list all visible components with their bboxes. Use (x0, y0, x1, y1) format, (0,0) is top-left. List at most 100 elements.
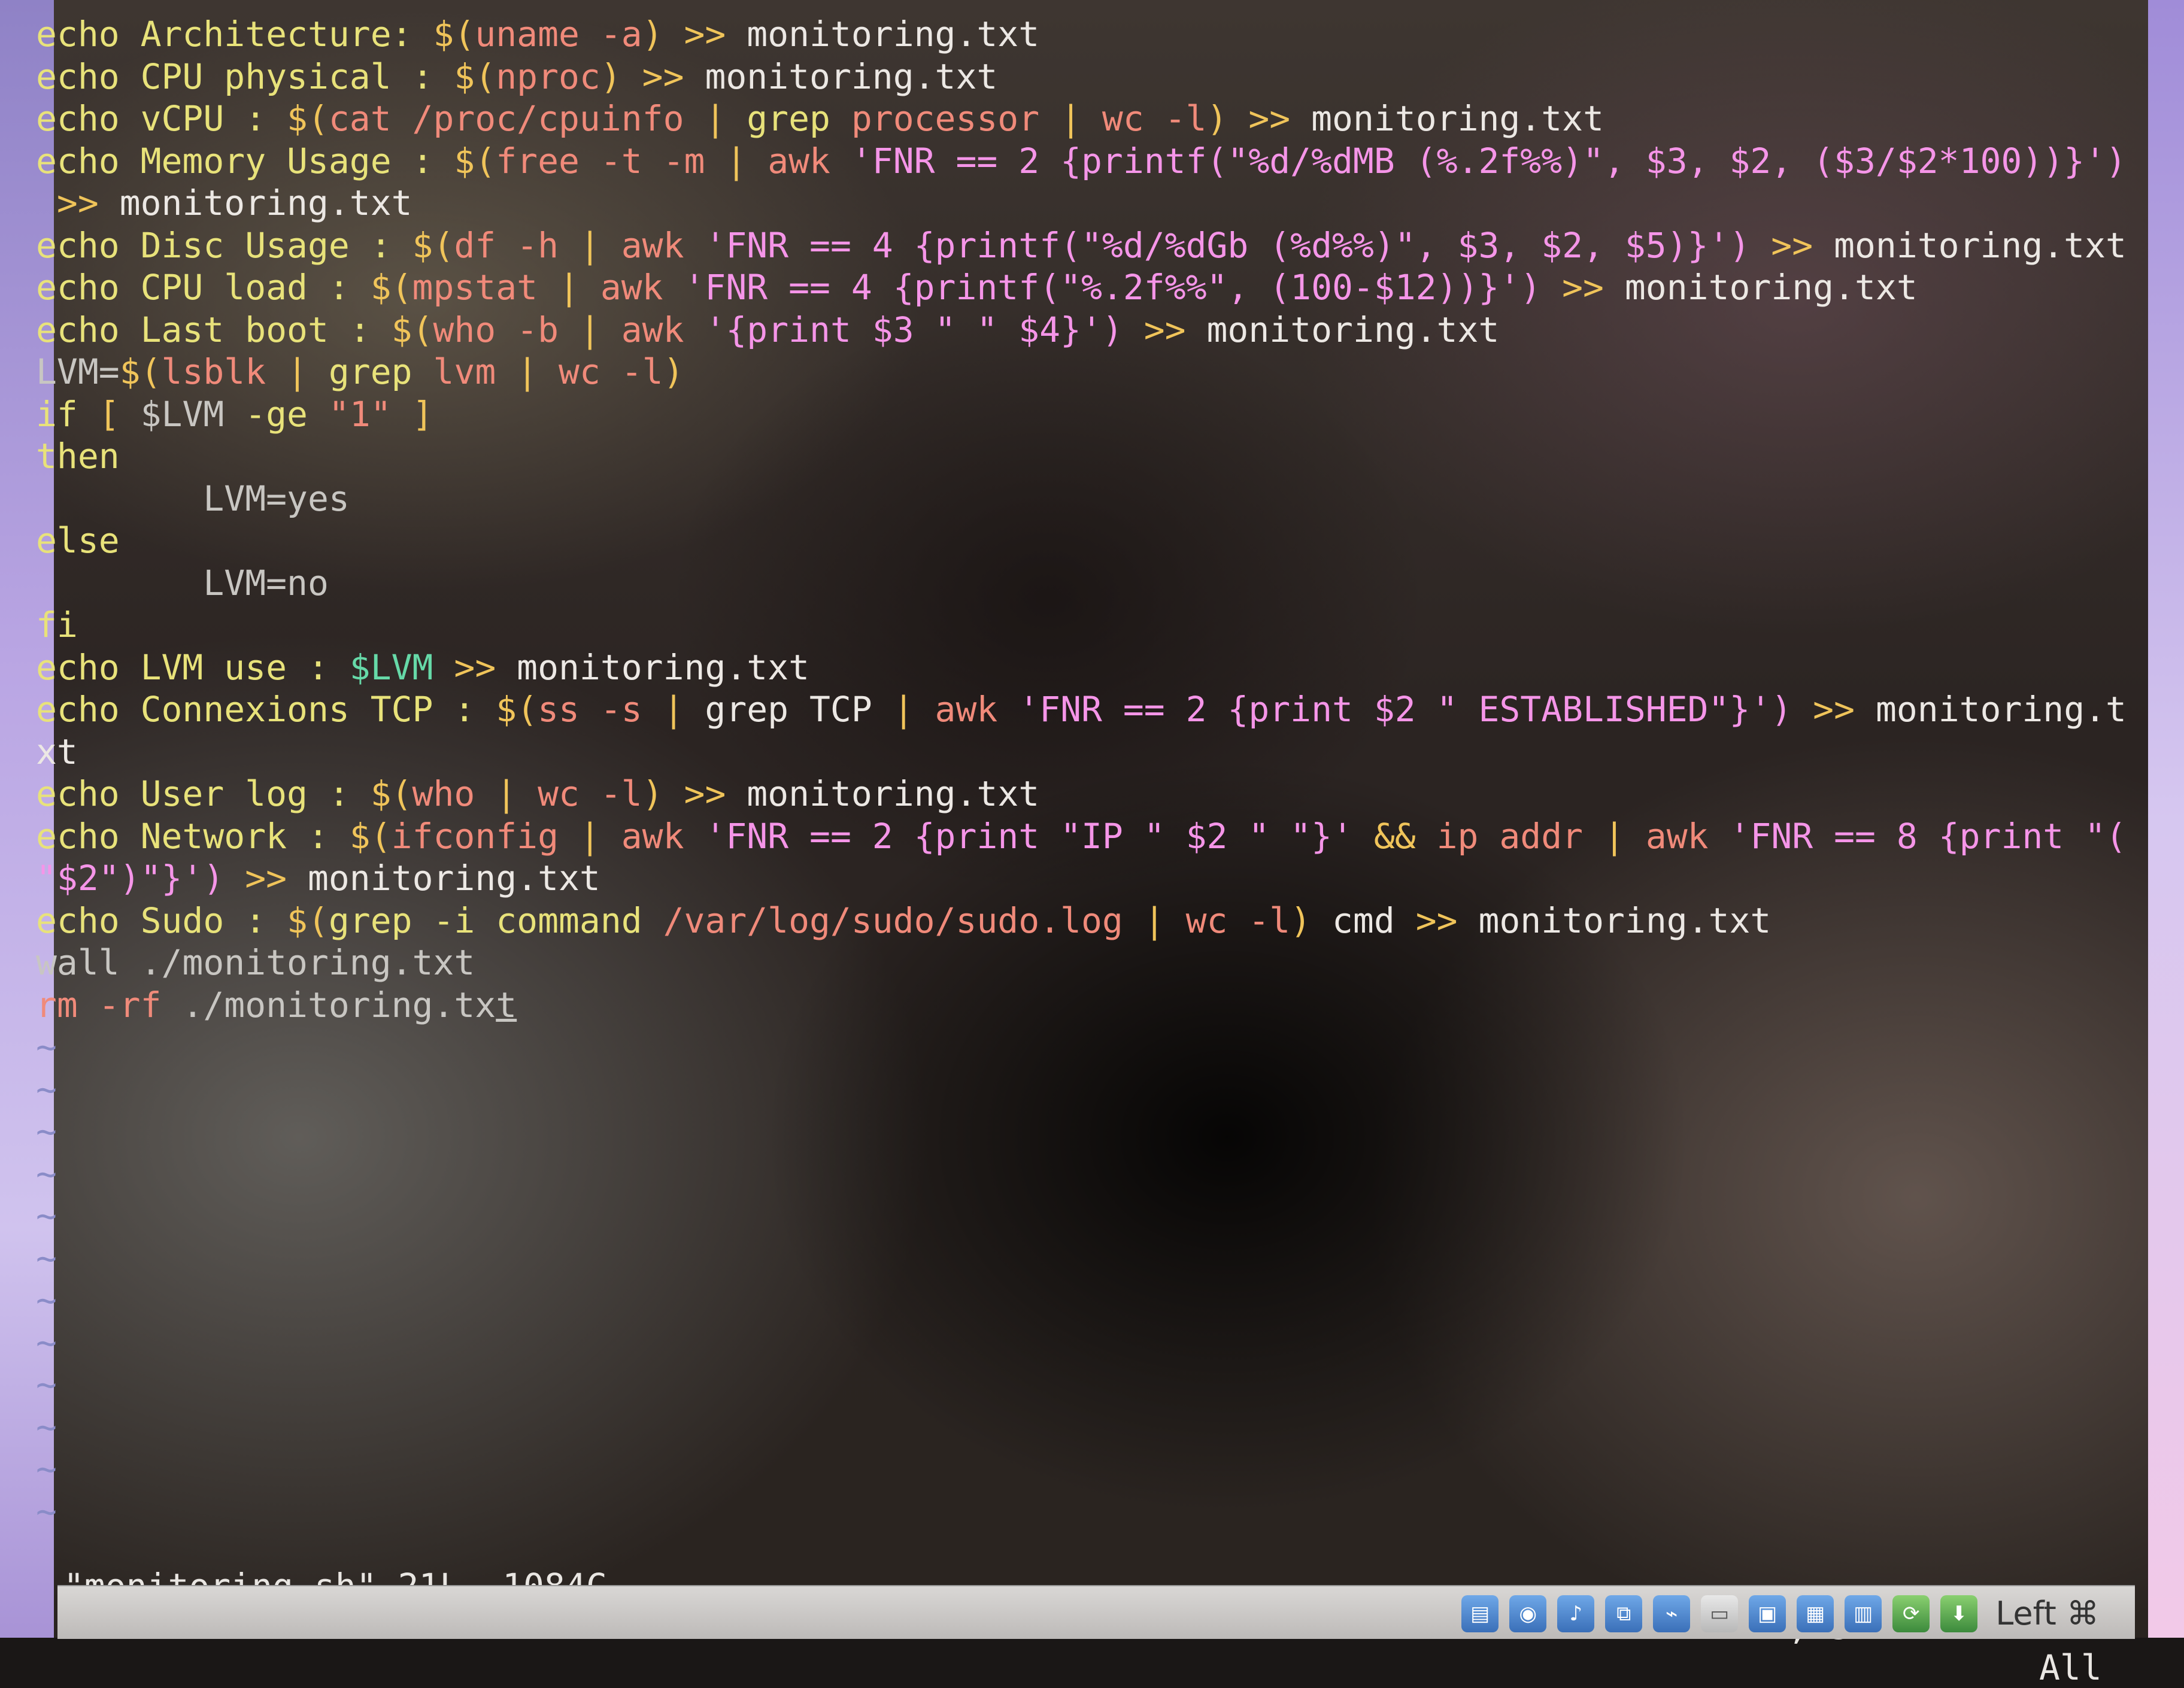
empty-line-marker: ~ (36, 1153, 57, 1194)
display-icon[interactable]: ▣ (1749, 1595, 1786, 1632)
network-icon[interactable]: ⧉ (1605, 1595, 1643, 1632)
code-token: $( (287, 900, 329, 941)
code-token: echo CPU physical : (36, 56, 454, 97)
code-token: xt (36, 731, 78, 772)
code-token: echo vCPU : (36, 98, 287, 139)
editor-line[interactable]: ~ (36, 1068, 2149, 1111)
code-token: "1" (328, 393, 412, 435)
code-token: | (705, 98, 747, 139)
code-token: $( (370, 267, 412, 308)
code-token: [ (98, 393, 141, 435)
code-token: 'FNR == 2 {printf("%d/%dMB (%.2f%%)", $3… (851, 140, 2127, 181)
editor-line[interactable]: ~ (36, 1364, 2149, 1406)
code-token: monitoring.txt (1206, 309, 1500, 350)
code-token: && (1373, 815, 1437, 857)
code-token: if (36, 393, 99, 435)
code-token: ip addr (1436, 815, 1604, 857)
editor-line[interactable]: ~ (36, 1153, 2149, 1195)
editor-line[interactable]: ~ (36, 1195, 2149, 1237)
code-token: wall ./monitoring.txt (36, 942, 475, 983)
shared-folder-icon[interactable]: ▭ (1701, 1595, 1739, 1632)
code-token: cmd (1332, 900, 1416, 941)
code-token: $( (496, 689, 538, 730)
code-token: $( (287, 98, 329, 139)
editor-buffer[interactable]: echo Architecture: $(uname -a) >> monito… (36, 13, 2149, 1532)
code-token: 'FNR == 4 {printf("%.2f%%", (100-$12))}'… (684, 267, 1542, 308)
code-token: >> (1750, 224, 1834, 266)
editor-line[interactable]: ~ (36, 1237, 2149, 1280)
recording-icon[interactable]: ▦ (1797, 1595, 1834, 1632)
audio-icon[interactable]: ♪ (1557, 1595, 1595, 1632)
code-token: 'FNR == 8 {print "( (1729, 815, 2127, 857)
editor-line[interactable]: echo Sudo : $(grep -i command /var/log/s… (36, 900, 2149, 942)
code-token: $( (370, 773, 412, 814)
editor-line[interactable]: rm -rf ./monitoring.txt (36, 984, 2149, 1027)
editor-line[interactable]: echo vCPU : $(cat /proc/cpuinfo | grep p… (36, 98, 2149, 140)
editor-line[interactable]: echo Network : $(ifconfig | awk 'FNR == … (36, 815, 2149, 858)
editor-line[interactable]: echo User log : $(who | wc -l) >> monito… (36, 773, 2149, 815)
editor-line[interactable]: LVM=no (36, 562, 2149, 605)
editor-line[interactable]: echo CPU physical : $(nproc) >> monitori… (36, 56, 2149, 98)
editor-line[interactable]: ~ (36, 1026, 2149, 1068)
editor-line[interactable]: if [ $LVM -ge "1" ] (36, 393, 2149, 436)
cpu-icon[interactable]: ▥ (1845, 1595, 1882, 1632)
editor-line[interactable]: fi (36, 604, 2149, 646)
code-token: ./monitoring.tx (182, 984, 496, 1025)
hard-disk-icon[interactable]: ▤ (1461, 1595, 1499, 1632)
vim-editor[interactable]: echo Architecture: $(uname -a) >> monito… (36, 0, 2149, 1586)
editor-line[interactable]: else (36, 520, 2149, 562)
empty-line-marker: ~ (36, 1449, 57, 1489)
code-token: awk (600, 267, 684, 308)
editor-line[interactable]: ~ (36, 1110, 2149, 1153)
code-token: >> (1792, 689, 1876, 730)
code-token: monitoring.txt (747, 773, 1040, 814)
editor-line[interactable]: ~ (36, 1406, 2149, 1449)
status-scroll-position: All (2039, 1647, 2102, 1688)
code-token: echo User log : (36, 773, 371, 814)
code-token: monitoring.txt (1834, 224, 2127, 266)
code-token: lvm (433, 351, 517, 392)
code-token: echo CPU load : (36, 267, 371, 308)
code-token: ss -s (538, 689, 663, 730)
editor-line[interactable]: LVM=$(lsblk | grep lvm | wc -l) (36, 351, 2149, 393)
download-icon[interactable]: ⬇ (1940, 1595, 1978, 1632)
code-token: monitoring.txt (1311, 98, 1604, 139)
host-key-label: Left ⌘ (1995, 1595, 2099, 1632)
code-token: free -t -m (496, 140, 726, 181)
code-token: >> (1123, 309, 1207, 350)
editor-line[interactable]: echo Connexions TCP : $(ss -s | grep TCP… (36, 688, 2149, 731)
editor-line[interactable]: LVM=yes (36, 478, 2149, 520)
code-token: echo Architecture: (36, 14, 433, 54)
code-token: awk (768, 140, 851, 181)
code-token: >> (1541, 267, 1625, 308)
editor-line[interactable]: ~ (36, 1322, 2149, 1364)
code-token: who -b (433, 309, 580, 350)
editor-line[interactable]: echo LVM use : $LVM >> monitoring.txt (36, 646, 2149, 689)
code-token: /var/log/sudo/sudo.log (663, 900, 1144, 941)
code-token: grep -i command (328, 900, 663, 941)
code-token: echo Sudo : (36, 900, 287, 941)
optical-disc-icon[interactable]: ◉ (1509, 1595, 1547, 1632)
editor-line[interactable]: echo Architecture: $(uname -a) >> monito… (36, 13, 2149, 56)
code-token: $( (391, 309, 433, 350)
mouse-integration-icon[interactable]: ⟳ (1892, 1595, 1930, 1632)
editor-line[interactable]: echo Memory Usage : $(free -t -m | awk '… (36, 140, 2149, 183)
editor-line[interactable]: >> monitoring.txt (36, 182, 2149, 224)
code-token: ] (412, 393, 433, 435)
code-token: ) (663, 351, 684, 392)
editor-line[interactable]: echo CPU load : $(mpstat | awk 'FNR == 4… (36, 266, 2149, 309)
editor-line[interactable]: "$2")"}') >> monitoring.txt (36, 857, 2149, 900)
editor-line[interactable]: xt (36, 731, 2149, 773)
editor-line[interactable]: ~ (36, 1448, 2149, 1490)
editor-line[interactable]: echo Disc Usage : $(df -h | awk 'FNR == … (36, 224, 2149, 267)
code-token: monitoring.t (1875, 689, 2127, 730)
editor-line[interactable]: then (36, 435, 2149, 478)
editor-line[interactable]: wall ./monitoring.txt (36, 942, 2149, 984)
code-token: | (893, 689, 935, 730)
editor-line[interactable]: echo Last boot : $(who -b | awk '{print … (36, 309, 2149, 351)
code-token: '{print $3 " " $4}') (705, 309, 1123, 350)
code-token: echo LVM use : (36, 646, 350, 688)
usb-icon[interactable]: ⌁ (1653, 1595, 1691, 1632)
editor-line[interactable]: ~ (36, 1279, 2149, 1322)
code-token: >> (224, 858, 308, 898)
